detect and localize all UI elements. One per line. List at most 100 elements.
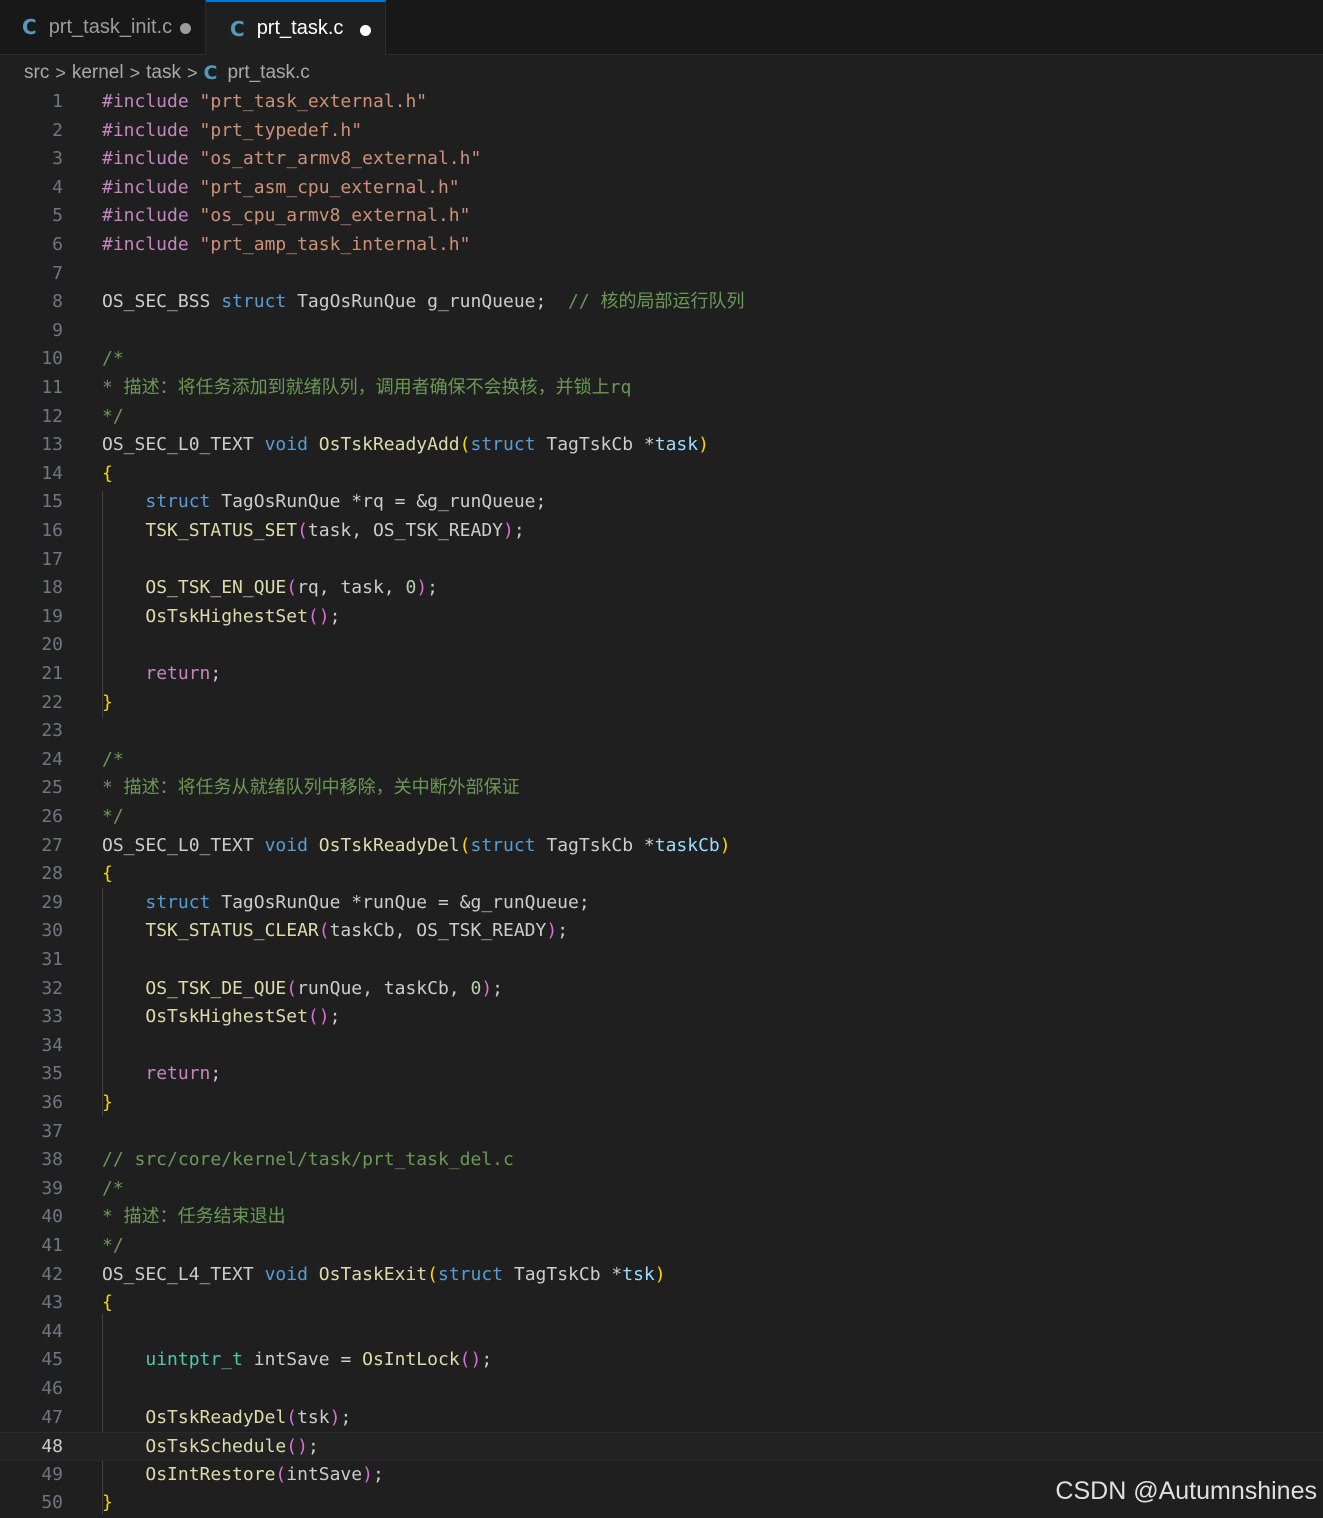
code-line[interactable]: 27 OS_SEC_L0_TEXT void OsTskReadyDel(stru… <box>0 832 1323 861</box>
modified-dot-icon[interactable] <box>180 23 191 34</box>
code-line[interactable]: 37 <box>0 1118 1323 1147</box>
code-line[interactable]: 40 * 描述：任务结束退出 <box>0 1203 1323 1232</box>
code-line[interactable]: 3 #include "os_attr_armv8_external.h" <box>0 145 1323 174</box>
code-token: #include <box>102 119 200 141</box>
code-text: #include "prt_amp_task_internal.h" <box>102 231 470 260</box>
code-text: OS_TSK_DE_QUE(runQue, taskCb, 0); <box>102 975 503 1004</box>
code-line[interactable]: 14 { <box>0 460 1323 489</box>
code-token: "prt_amp_task_internal.h" <box>199 234 471 255</box>
code-line[interactable]: 39 /* <box>0 1175 1323 1204</box>
code-line[interactable]: 33 OsTskHighestSet(); <box>0 1003 1323 1032</box>
code-line[interactable]: 43 { <box>0 1289 1323 1318</box>
line-number: 19 <box>41 605 63 627</box>
code-line[interactable]: 32 OS_TSK_DE_QUE(runQue, taskCb, 0); <box>0 975 1323 1004</box>
code-token: ; <box>307 1436 319 1458</box>
code-line[interactable]: 30 TSK_STATUS_CLEAR(taskCb, OS_TSK_READY… <box>0 917 1323 946</box>
code-text: return; <box>102 1060 221 1089</box>
code-line[interactable]: 19 OsTskHighestSet(); <box>0 603 1323 632</box>
code-line[interactable]: 7 <box>0 260 1323 289</box>
code-line[interactable]: 17 <box>0 546 1323 575</box>
code-text: struct TagOsRunQue *rq = &g_runQueue; <box>102 488 546 517</box>
code-line[interactable]: 35 return; <box>0 1060 1323 1089</box>
code-line[interactable]: 20 <box>0 631 1323 660</box>
line-number: 44 <box>41 1320 63 1342</box>
code-line[interactable]: 22} <box>0 689 1323 718</box>
code-token: "prt_asm_cpu_external.h" <box>199 176 460 198</box>
breadcrumb-item-kernel[interactable]: kernel <box>72 62 124 84</box>
line-number: 6 <box>52 234 63 255</box>
code-token: "prt_typedef.h" <box>199 119 363 141</box>
code-token: ; <box>210 1063 222 1085</box>
code-text: { <box>102 460 113 489</box>
code-token: TagOsRunQue *rq = &g_runQueue; <box>210 491 547 513</box>
line-number: 14 <box>41 462 63 484</box>
code-token: "os_attr_armv8_external.h" <box>199 148 482 170</box>
code-token: ; <box>557 920 569 942</box>
code-line[interactable]: 24 /* <box>0 746 1323 775</box>
code-line[interactable]: 5 #include "os_cpu_armv8_external.h" <box>0 202 1323 231</box>
code-line[interactable]: 23 <box>0 717 1323 746</box>
code-line[interactable]: 18 OS_TSK_EN_QUE(rq, task, 0); <box>0 574 1323 603</box>
tab-label: prt_task.c <box>256 17 344 39</box>
breadcrumb-item-src[interactable]: src <box>24 62 49 84</box>
code-token: ( <box>286 977 298 999</box>
code-line[interactable]: 6 #include "prt_amp_task_internal.h" <box>0 231 1323 260</box>
code-line[interactable]: 12 */ <box>0 403 1323 432</box>
code-line[interactable]: 25 * 描述：将任务从就绪队列中移除，关中断外部保证 <box>0 774 1323 803</box>
code-token: TSK_STATUS_SET <box>145 520 298 541</box>
code-line[interactable]: 8 OS_SEC_BSS struct TagOsRunQue g_runQueu… <box>0 288 1323 317</box>
code-line[interactable]: 9 <box>0 317 1323 346</box>
code-line[interactable]: 34 <box>0 1032 1323 1061</box>
code-line[interactable]: 11 * 描述：将任务添加到就绪队列，调用者确保不会换核，并锁上rq <box>0 374 1323 403</box>
code-line[interactable]: 26 */ <box>0 803 1323 832</box>
code-token: struct <box>437 1263 504 1285</box>
line-number: 13 <box>41 434 63 456</box>
code-line[interactable]: 28 { <box>0 860 1323 889</box>
line-number: 2 <box>52 119 63 141</box>
code-token: ; <box>372 1463 384 1485</box>
code-token: ) <box>416 577 428 599</box>
breadcrumb-item-file[interactable]: prt_task.c <box>227 62 309 84</box>
line-number: 7 <box>52 262 63 284</box>
code-line[interactable]: 10 /* <box>0 345 1323 374</box>
line-number: 16 <box>41 520 63 541</box>
line-number: 24 <box>41 748 63 770</box>
code-line[interactable]: 1 #include "prt_task_external.h" <box>0 88 1323 117</box>
modified-dot-icon[interactable] <box>360 25 371 36</box>
code-line[interactable]: 42 OS_SEC_L4_TEXT void OsTaskExit(struct … <box>0 1261 1323 1290</box>
code-line[interactable]: 38 // src/core/kernel/task/prt_task_del.c <box>0 1146 1323 1175</box>
code-line[interactable]: 4 #include "prt_asm_cpu_external.h" <box>0 174 1323 203</box>
tab-prt-task-init[interactable]: C prt_task_init.c <box>0 0 206 54</box>
code-token: // src/core/kernel/task/prt_task_del.c <box>102 1149 514 1171</box>
tab-bar: C prt_task_init.c C prt_task.c <box>0 0 1323 55</box>
code-line[interactable]: 31 <box>0 946 1323 975</box>
tab-prt-task[interactable]: C prt_task.c <box>206 0 386 55</box>
line-number: 15 <box>41 491 63 513</box>
code-line[interactable]: 44 <box>0 1318 1323 1347</box>
code-line[interactable]: 29 struct TagOsRunQue *runQue = &g_runQu… <box>0 889 1323 918</box>
code-line-current[interactable]: 48 OsTskSchedule(); <box>0 1432 1323 1461</box>
code-token: ) <box>362 1463 373 1485</box>
watermark: CSDN @Autumnshines <box>1055 1477 1317 1505</box>
code-text: */ <box>102 803 124 832</box>
code-line[interactable]: 45 uintptr_t intSave = OsIntLock(); <box>0 1346 1323 1375</box>
code-line[interactable]: 16 TSK_STATUS_SET(task, OS_TSK_READY); <box>0 517 1323 546</box>
code-line[interactable]: 36} <box>0 1089 1323 1118</box>
code-line[interactable]: 2 #include "prt_typedef.h" <box>0 117 1323 146</box>
code-text: OS_SEC_L0_TEXT void OsTskReadyAdd(struct… <box>102 431 709 460</box>
line-number: 18 <box>41 577 63 599</box>
line-number: 5 <box>52 205 63 227</box>
line-number: 35 <box>41 1063 63 1085</box>
code-line[interactable]: 15 struct TagOsRunQue *rq = &g_runQueue; <box>0 488 1323 517</box>
code-line[interactable]: 47 OsTskReadyDel(tsk); <box>0 1404 1323 1433</box>
code-editor[interactable]: 1 #include "prt_task_external.h" 2 #include… <box>0 88 1323 1514</box>
code-line[interactable]: 13 OS_SEC_L0_TEXT void OsTskReadyAdd(stru… <box>0 431 1323 460</box>
code-line[interactable]: 46 <box>0 1375 1323 1404</box>
breadcrumb-item-task[interactable]: task <box>146 62 181 84</box>
code-token: // 核的局部运行队列 <box>568 291 745 313</box>
code-line[interactable]: 41 */ <box>0 1232 1323 1261</box>
code-line[interactable]: 21 return; <box>0 660 1323 689</box>
